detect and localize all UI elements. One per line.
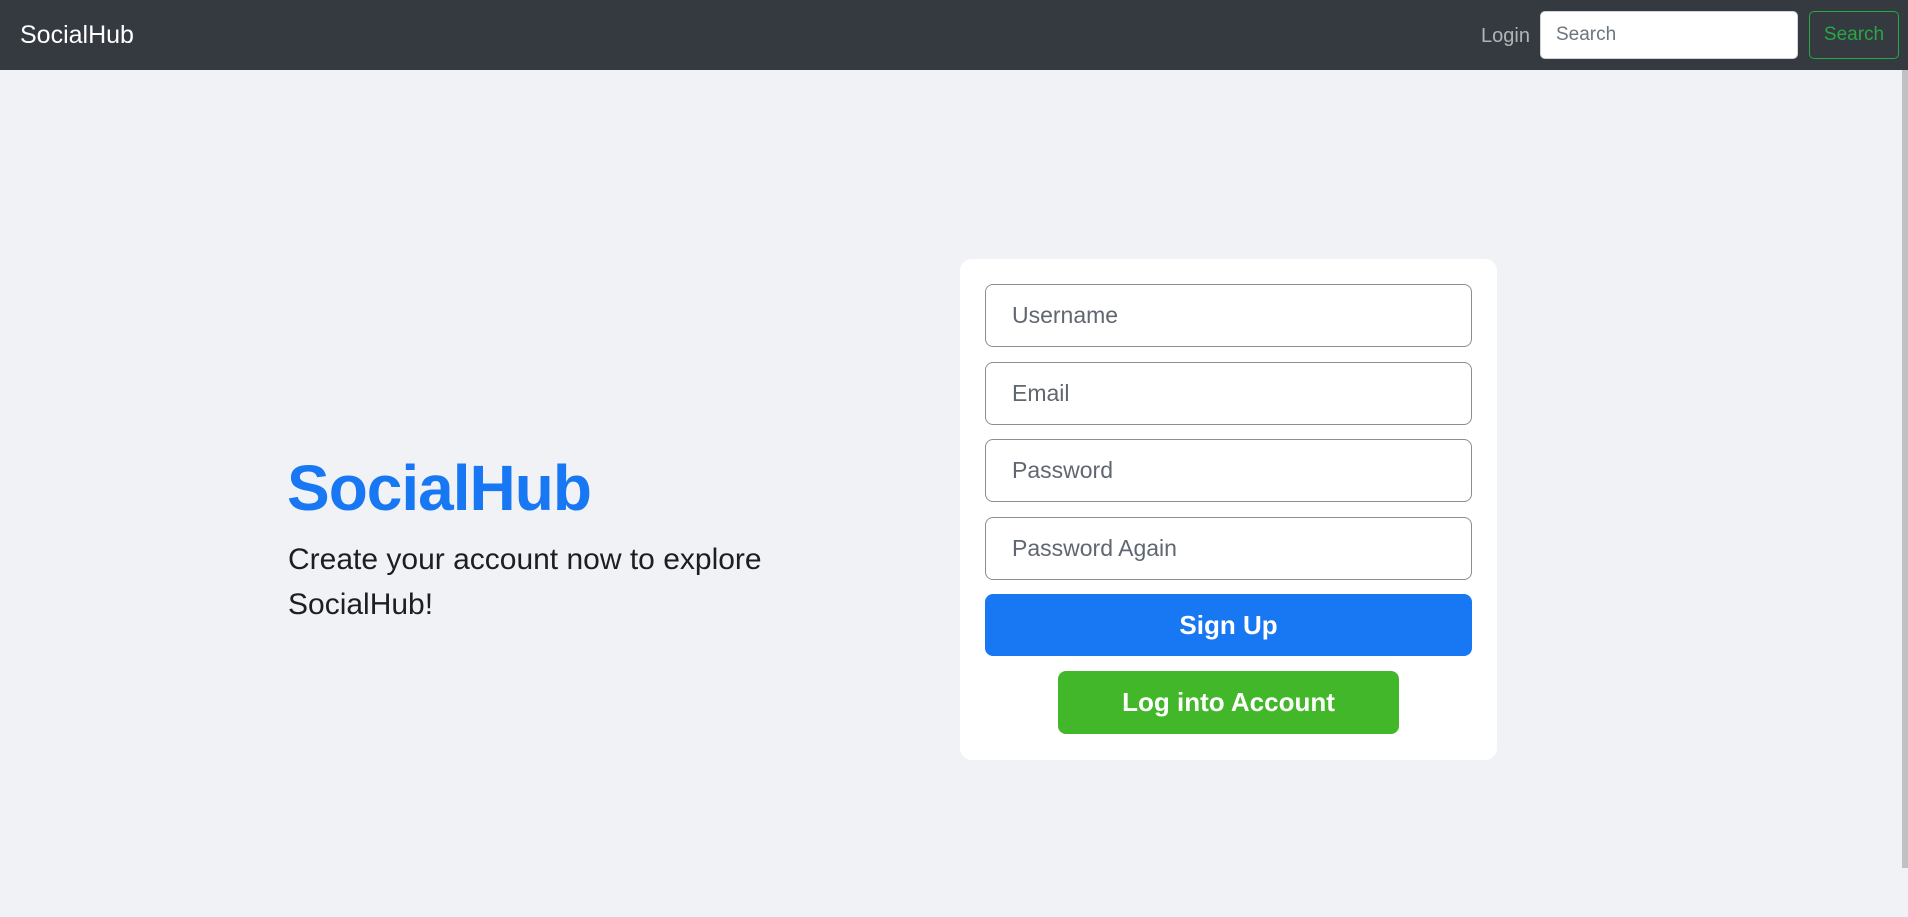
top-navbar: SocialHub Login Search — [0, 0, 1908, 70]
nav-search-button[interactable]: Search — [1809, 11, 1899, 59]
nav-search-input[interactable] — [1540, 11, 1798, 59]
hero-title: SocialHub — [287, 452, 592, 524]
username-field[interactable] — [985, 284, 1472, 347]
sign-up-button[interactable]: Sign Up — [985, 594, 1472, 656]
hero-subtitle: Create your account now to explore Socia… — [288, 543, 762, 621]
password-again-field[interactable] — [985, 517, 1472, 580]
scrollbar-thumb[interactable] — [1902, 70, 1908, 868]
email-field[interactable] — [985, 362, 1472, 425]
log-into-account-button[interactable]: Log into Account — [1058, 671, 1399, 734]
password-field[interactable] — [985, 439, 1472, 502]
nav-login-link[interactable]: Login — [1481, 0, 1530, 70]
signup-card: Sign Up Log into Account — [960, 259, 1497, 760]
navbar-brand[interactable]: SocialHub — [20, 0, 134, 70]
